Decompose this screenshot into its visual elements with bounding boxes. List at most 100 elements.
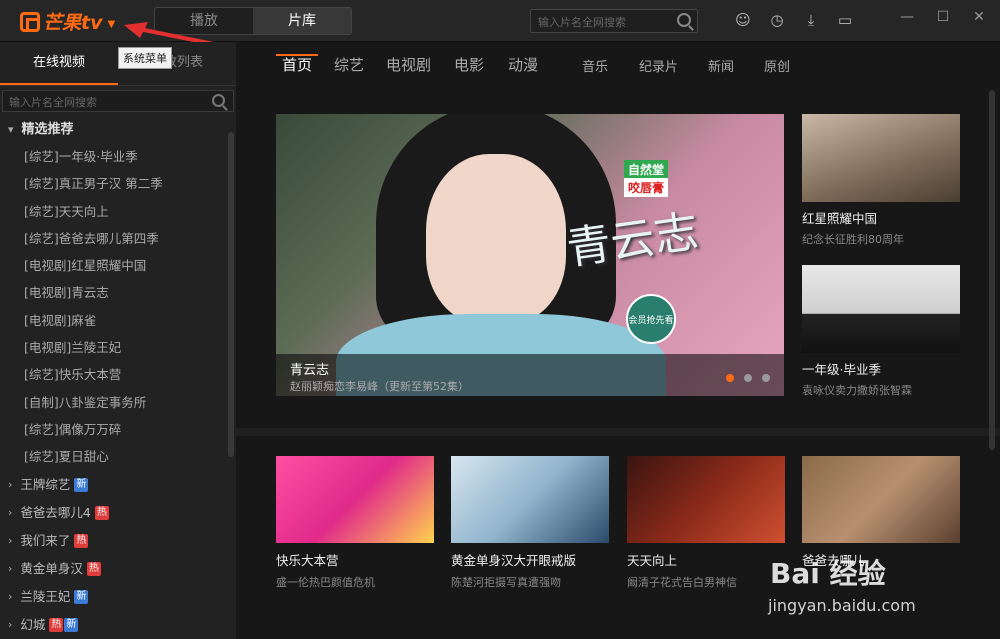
category-item[interactable]: › 幻城热新 — [0, 611, 236, 639]
card-subtitle: 袁咏仪卖力撒娇张智霖 — [802, 384, 912, 397]
nav-original[interactable]: 原创 — [764, 56, 790, 75]
new-badge: 新 — [64, 617, 79, 632]
main-scrollbar[interactable] — [989, 90, 995, 450]
video-card[interactable]: 快乐大本营 盛一伦热巴颜值危机 — [276, 456, 434, 590]
video-card[interactable]: 黄金单身汉大开眼戒版 陈楚河拒摄写真遭强吻 — [451, 456, 609, 590]
list-item[interactable]: [综艺]真正男子汉 第二季 — [0, 170, 236, 197]
card-title: 红星照耀中国 — [802, 211, 878, 226]
category-label: 爸爸去哪儿4 — [20, 504, 91, 520]
list-item[interactable]: [电视剧]青云志 — [0, 279, 236, 306]
section-divider — [236, 428, 1000, 436]
list-item[interactable]: [综艺]天天向上 — [0, 198, 236, 225]
chevron-down-icon: ▾ — [8, 123, 14, 136]
minimize-icon[interactable]: — — [900, 10, 914, 24]
history-icon[interactable]: ◷ — [768, 11, 786, 29]
list-item[interactable]: [电视剧]兰陵王妃 — [0, 334, 236, 361]
thumbnail — [276, 456, 434, 543]
category-nav: 首页 综艺 电视剧 电影 动漫 音乐 纪录片 新闻 原创 — [236, 42, 1000, 88]
list-item[interactable]: [综艺]快乐大本营 — [0, 361, 236, 388]
hot-badge: 热 — [49, 617, 64, 632]
nav-home[interactable]: 首页 — [282, 54, 312, 75]
system-menu-tooltip: 系统菜单 — [118, 47, 172, 69]
toolbar-icons: ☺ ◷ ⤓ ▭ — [734, 11, 854, 29]
card-subtitle: 纪念长征胜利80周年 — [802, 233, 904, 246]
thumbnail — [627, 456, 785, 543]
hero-image-face — [426, 154, 566, 324]
watermark-logo: Bai 经验 — [770, 557, 886, 590]
system-menu-caret-icon[interactable]: ▼ — [107, 19, 115, 30]
logo-text: 芒果tv — [43, 12, 103, 34]
nav-active-indicator — [276, 54, 318, 56]
category-label: 兰陵王妃 — [20, 588, 71, 604]
nav-anime[interactable]: 动漫 — [508, 54, 538, 75]
carousel-dots — [726, 374, 770, 382]
top-search-input[interactable]: 输入片名全网搜索 — [530, 9, 698, 33]
chevron-right-icon: › — [8, 561, 13, 575]
app-logo[interactable]: 芒果tv ▼ — [20, 8, 115, 35]
hot-badge: 热 — [86, 561, 101, 576]
nav-movie[interactable]: 电影 — [454, 54, 484, 75]
group-featured[interactable]: ▾ 精选推荐 — [0, 116, 236, 143]
category-label: 我们来了 — [20, 532, 71, 548]
carousel-dot[interactable] — [726, 374, 734, 382]
sponsor-tag: 自然堂 — [624, 160, 669, 179]
card-title: 黄金单身汉大开眼戒版 — [451, 553, 577, 568]
sidebar-search-input[interactable]: 输入片名全网搜索 — [2, 90, 234, 112]
chevron-right-icon: › — [8, 617, 13, 631]
category-item[interactable]: › 黄金单身汉热 — [0, 555, 236, 583]
member-badge: 会员抢先看 — [626, 294, 676, 344]
list-item[interactable]: [电视剧]麻雀 — [0, 307, 236, 334]
tab-online-video[interactable]: 在线视频 — [0, 42, 118, 85]
hot-badge: 热 — [74, 533, 89, 548]
category-label: 幻城 — [20, 616, 46, 632]
search-icon[interactable] — [212, 94, 225, 107]
video-card[interactable]: 天天向上 阚清子花式告白男神信 — [627, 456, 785, 590]
sponsor-subtag: 咬唇膏 — [624, 178, 669, 197]
hero-caption: 青云志 赵丽颖痴恋李易峰（更新至第52集） — [276, 354, 784, 396]
category-item[interactable]: › 兰陵王妃新 — [0, 583, 236, 611]
thumbnail — [802, 456, 960, 543]
list-item[interactable]: [综艺]偶像万万碎 — [0, 416, 236, 443]
card-subtitle: 陈楚河拒摄写真遭强吻 — [451, 576, 561, 589]
hero-title: 青云志 — [290, 363, 330, 378]
nav-news[interactable]: 新闻 — [708, 56, 734, 75]
list-item[interactable]: [综艺]夏日甜心 — [0, 443, 236, 470]
nav-documentary[interactable]: 纪录片 — [639, 56, 678, 75]
close-icon[interactable]: ✕ — [972, 10, 986, 24]
download-icon[interactable]: ⤓ — [802, 11, 820, 29]
hero-subtitle: 赵丽颖痴恋李易峰（更新至第52集） — [290, 380, 469, 393]
chevron-right-icon: › — [8, 505, 13, 519]
sidebar-search-placeholder: 输入片名全网搜索 — [9, 96, 97, 109]
hot-badge: 热 — [94, 505, 109, 520]
category-item[interactable]: › 爸爸去哪儿4 热 — [0, 499, 236, 527]
nav-music[interactable]: 音乐 — [582, 56, 608, 75]
card-subtitle: 盛一伦热巴颜值危机 — [276, 576, 375, 589]
mango-logo-icon — [20, 11, 40, 32]
category-label: 黄金单身汉 — [20, 560, 83, 576]
hero-banner[interactable]: 自然堂 咬唇膏 青云志 会员抢先看 青云志 赵丽颖痴恋李易峰（更新至第52集） — [276, 114, 784, 396]
message-icon[interactable]: ▭ — [836, 11, 854, 29]
nav-variety[interactable]: 综艺 — [334, 54, 364, 75]
carousel-dot[interactable] — [762, 374, 770, 382]
thumbnail — [802, 265, 960, 353]
category-item[interactable]: › 我们来了热 — [0, 527, 236, 555]
group-title-label: 精选推荐 — [21, 122, 74, 137]
card-title: 天天向上 — [627, 553, 678, 568]
category-item[interactable]: › 王牌综艺新 — [0, 471, 236, 499]
list-item[interactable]: [电视剧]红星照耀中国 — [0, 252, 236, 279]
nav-tv[interactable]: 电视剧 — [386, 54, 431, 75]
chevron-right-icon: › — [8, 589, 13, 603]
chevron-right-icon: › — [8, 533, 13, 547]
sidebar-scrollbar[interactable] — [228, 132, 234, 457]
side-card[interactable]: 红星照耀中国 纪念长征胜利80周年 — [802, 114, 960, 247]
maximize-icon[interactable]: ☐ — [936, 10, 950, 24]
search-icon[interactable] — [677, 13, 691, 27]
list-item[interactable]: [综艺]一年级·毕业季 — [0, 143, 236, 170]
list-item[interactable]: [自制]八卦鉴定事务所 — [0, 389, 236, 416]
user-icon[interactable]: ☺ — [734, 11, 752, 29]
chevron-right-icon: › — [8, 477, 13, 491]
carousel-dot[interactable] — [744, 374, 752, 382]
sidebar: 在线视频 播放列表 输入片名全网搜索 ▾ 精选推荐 [综艺]一年级·毕业季 [综艺… — [0, 42, 236, 639]
list-item[interactable]: [综艺]爸爸去哪儿第四季 — [0, 225, 236, 252]
side-card[interactable]: 一年级·毕业季 袁咏仪卖力撒娇张智霖 — [802, 265, 960, 398]
